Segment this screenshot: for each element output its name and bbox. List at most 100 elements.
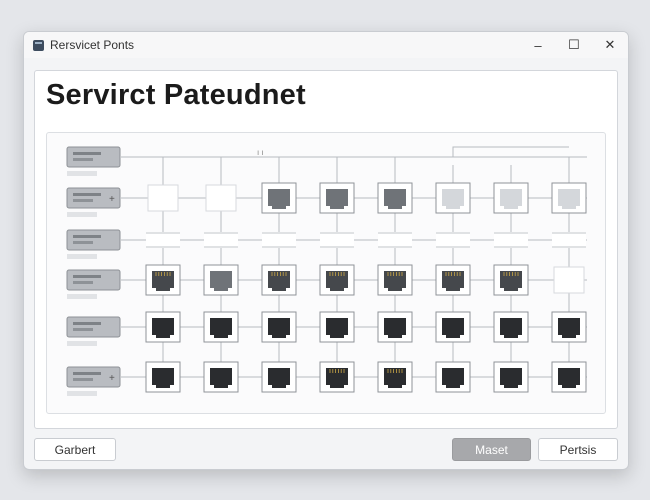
device-bar	[73, 281, 93, 284]
content-area: Servirct Pateudnet ı ı + +	[34, 70, 618, 429]
port-empty	[205, 184, 237, 212]
rj45-jack	[384, 271, 406, 291]
device-bar	[73, 378, 93, 381]
port-r5-c5	[377, 311, 413, 343]
device-label-bar	[67, 391, 97, 396]
rj45-jack	[210, 271, 232, 291]
port-r5-c2	[203, 311, 239, 343]
port-r2-c4	[319, 182, 355, 214]
port-r4-c8	[553, 266, 585, 294]
device-bar	[73, 275, 101, 278]
plus-icon: +	[109, 373, 115, 384]
port-strip-bg	[320, 232, 354, 248]
bus-line-right	[394, 156, 570, 186]
rj45-jack	[384, 189, 406, 209]
port-empty	[553, 266, 585, 294]
port-r5-c4	[319, 311, 355, 343]
port-strip-bg	[552, 232, 586, 248]
maximize-button[interactable]: ☐	[556, 32, 592, 58]
port-strip-bg	[204, 232, 238, 248]
port-r2-c8	[551, 182, 587, 214]
close-button[interactable]: ✕	[592, 32, 628, 58]
device-label-bar	[67, 254, 97, 259]
port-r2-c2	[205, 184, 237, 212]
port-r4-c1	[145, 264, 181, 296]
port-r5-c1	[145, 311, 181, 343]
port-r3-c4	[320, 232, 354, 248]
rj45-jack	[210, 368, 232, 388]
rj45-jack	[442, 318, 464, 338]
device-bar	[73, 241, 93, 244]
port-r6-c1	[145, 361, 181, 393]
device-box	[66, 229, 121, 251]
rj45-jack	[500, 368, 522, 388]
port-r3-c3	[262, 232, 296, 248]
device-row-2: +	[66, 187, 121, 217]
rj45-jack	[326, 271, 348, 291]
port-r2-c3	[261, 182, 297, 214]
rj45-jack	[558, 318, 580, 338]
rj45-jack	[152, 318, 174, 338]
app-window: Rersvicet Ponts – ☐ ✕ Servirct Pateudnet…	[23, 31, 629, 470]
port-r2-c6	[435, 182, 471, 214]
port-r4-c2	[203, 264, 239, 296]
rj45-jack	[558, 368, 580, 388]
pertsis-button[interactable]: Pertsis	[538, 438, 618, 461]
rj45-jack	[384, 318, 406, 338]
port-r3-c1	[146, 232, 180, 248]
port-r2-c5	[377, 182, 413, 214]
rj45-jack	[326, 189, 348, 209]
rj45-jack	[268, 368, 290, 388]
port-r6-c5	[377, 361, 413, 393]
device-row-4	[66, 269, 121, 299]
maset-button[interactable]: Maset	[452, 438, 531, 461]
title-bar[interactable]: Rersvicet Ponts – ☐ ✕	[24, 32, 628, 58]
port-strip-bg	[494, 232, 528, 248]
app-icon	[33, 39, 44, 51]
garbert-button[interactable]: Garbert	[34, 438, 116, 461]
rj45-jack	[442, 271, 464, 291]
device-label-bar	[67, 294, 97, 299]
page-title: Servirct Pateudnet	[46, 79, 306, 111]
port-r3-c2	[204, 232, 238, 248]
port-strip-bg	[262, 232, 296, 248]
device-bar	[73, 193, 101, 196]
plus-icon: +	[109, 194, 115, 205]
rj45-jack	[500, 271, 522, 291]
port-r3-c5	[378, 232, 412, 248]
rj45-jack	[326, 318, 348, 338]
port-r5-c6	[435, 311, 471, 343]
device-box	[66, 316, 121, 338]
device-bar	[73, 372, 101, 375]
device-row-3	[66, 229, 121, 259]
device-bar	[73, 158, 93, 161]
port-r5-c8	[551, 311, 587, 343]
top-mark: ı ı	[257, 148, 264, 157]
rj45-jack	[152, 271, 174, 291]
device-bar	[73, 199, 93, 202]
port-r4-c3	[261, 264, 297, 296]
minimize-button[interactable]: –	[520, 32, 556, 58]
port-empty	[147, 184, 179, 212]
device-box	[66, 146, 121, 168]
rj45-jack	[268, 318, 290, 338]
port-r4-c4	[319, 264, 355, 296]
device-label-bar	[67, 171, 97, 176]
device-label-bar	[67, 212, 97, 217]
port-r4-c5	[377, 264, 413, 296]
port-r5-c3	[261, 311, 297, 343]
port-r4-c7	[493, 264, 529, 296]
port-r3-c6	[436, 232, 470, 248]
device-bar	[73, 235, 101, 238]
port-diagram: ı ı + +	[66, 146, 587, 396]
rj45-jack	[268, 189, 290, 209]
port-strip-bg	[146, 232, 180, 248]
rj45-jack	[442, 368, 464, 388]
port-r6-c7	[493, 361, 529, 393]
port-strip-bg	[436, 232, 470, 248]
port-diagram-panel: ı ı + +	[46, 132, 606, 414]
port-r6-c3	[261, 361, 297, 393]
device-row-1	[66, 146, 121, 176]
port-r3-c7	[494, 232, 528, 248]
device-box	[66, 269, 121, 291]
